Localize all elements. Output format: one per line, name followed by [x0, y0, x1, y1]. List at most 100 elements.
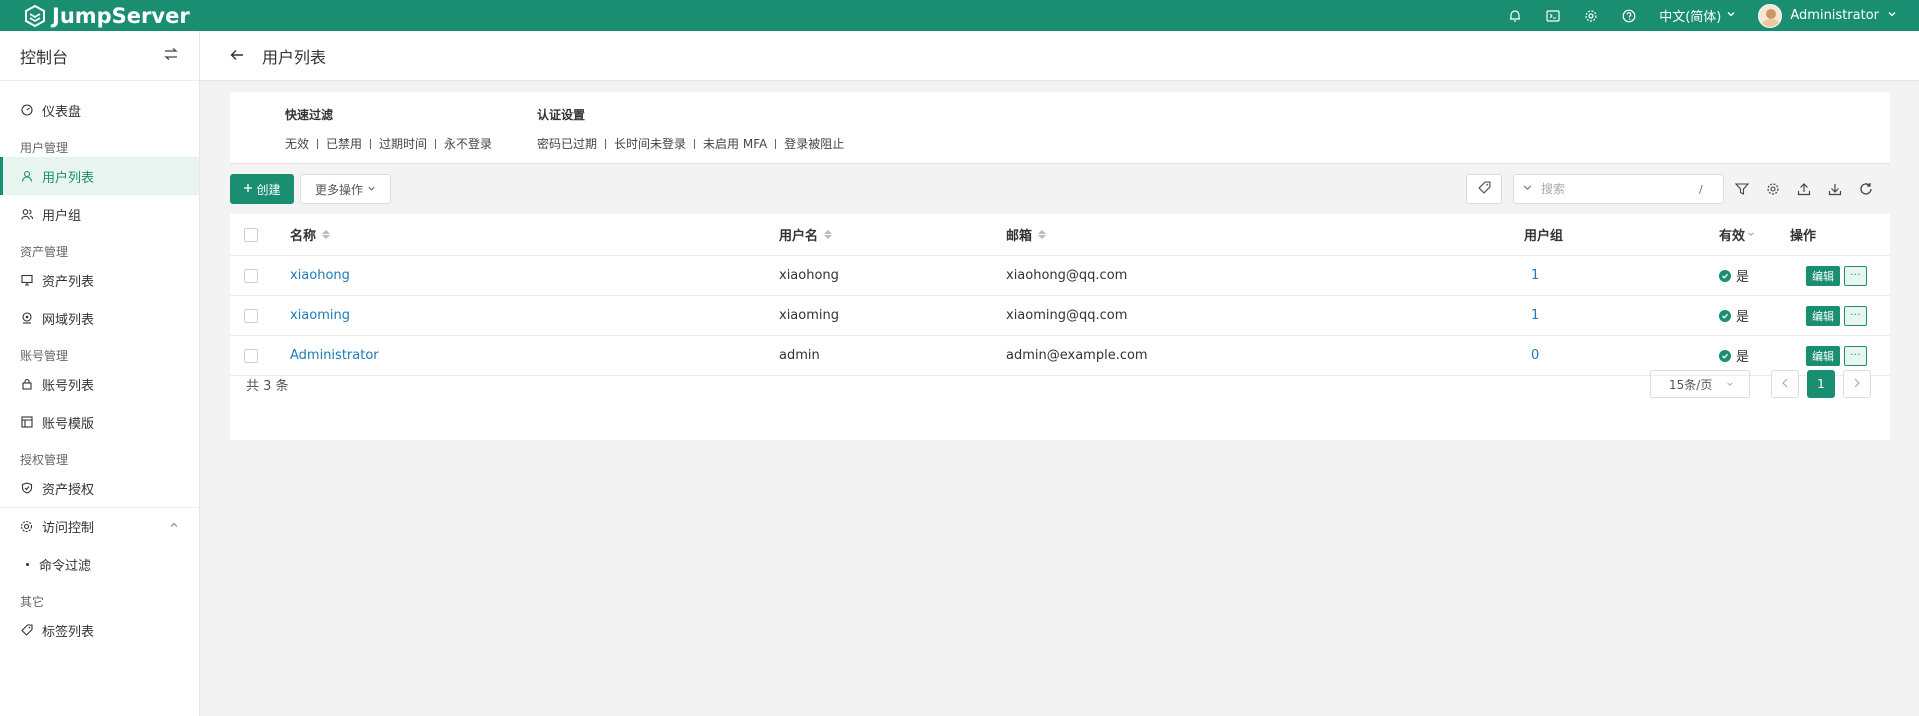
sidebar-item-label-list[interactable]: 标签列表	[0, 611, 199, 649]
chevron-down-icon[interactable]	[1522, 182, 1533, 197]
column-email[interactable]: 邮箱	[1006, 225, 1047, 244]
sidebar-group-accounts: 账号管理	[20, 348, 69, 363]
next-page-button[interactable]	[1843, 370, 1871, 398]
email-cell: xiaoming@qq.com	[1006, 308, 1128, 323]
users-icon	[20, 208, 33, 221]
column-label: 用户组	[1524, 229, 1564, 244]
user-name-link[interactable]: xiaohong	[290, 268, 350, 283]
chevron-left-icon	[1781, 377, 1789, 392]
filter-password-expired[interactable]: 密码已过期	[537, 135, 597, 152]
sidebar-item-label: 账号列表	[42, 378, 95, 394]
user-menu[interactable]: Administrator	[1758, 3, 1897, 28]
filter-invalid[interactable]: 无效	[285, 135, 309, 152]
chevron-down-icon	[1887, 8, 1897, 23]
template-icon	[20, 416, 33, 429]
upload-icon[interactable]	[1796, 181, 1812, 197]
group-count-link[interactable]: 1	[1531, 308, 1539, 323]
column-label: 邮箱	[1006, 229, 1033, 244]
sidebar-item-command-filter[interactable]: 命令过滤	[0, 545, 199, 583]
tag-filter-button[interactable]	[1466, 174, 1502, 204]
user-name-link[interactable]: xiaoming	[290, 308, 350, 323]
sidebar-item-label: 资产列表	[42, 274, 95, 290]
sidebar-item-access-control[interactable]: 访问控制	[0, 507, 199, 545]
sidebar-item-label: 资产授权	[42, 482, 95, 498]
filter-icon[interactable]	[1734, 181, 1750, 197]
sidebar-item-label: 仪表盘	[42, 104, 82, 120]
monitor-icon	[20, 274, 33, 287]
edit-button[interactable]: 编辑	[1806, 265, 1840, 286]
sidebar-item-dashboard[interactable]: 仪表盘	[0, 91, 199, 129]
gear-icon[interactable]	[1583, 8, 1599, 24]
sidebar-item-user-group[interactable]: 用户组	[0, 195, 199, 233]
filter-mfa-disabled[interactable]: 未启用 MFA	[703, 135, 767, 152]
back-arrow-icon[interactable]	[230, 46, 244, 65]
column-label: 用户名	[779, 229, 819, 244]
row-actions: 编辑 ···	[1806, 265, 1867, 286]
valid-label: 是	[1736, 270, 1750, 285]
terminal-icon[interactable]	[1545, 8, 1561, 24]
valid-cell: 是	[1719, 266, 1749, 285]
sidebar-item-label: 标签列表	[42, 624, 95, 640]
sidebar-item-asset-perm[interactable]: 资产授权	[0, 469, 199, 507]
sort-icon[interactable]	[824, 230, 833, 239]
group-count-link[interactable]: 1	[1531, 268, 1539, 283]
download-icon[interactable]	[1827, 181, 1843, 197]
filter-long-no-login[interactable]: 长时间未登录	[614, 135, 686, 152]
lock-icon	[20, 378, 33, 391]
current-page[interactable]: 1	[1807, 370, 1835, 398]
bell-icon[interactable]	[1507, 8, 1523, 24]
row-checkbox[interactable]	[244, 308, 258, 323]
top-navbar: JumpServer 中文(简体) Administrator	[0, 0, 1919, 31]
divider	[694, 138, 696, 149]
brand-logo[interactable]: JumpServer	[0, 0, 190, 31]
help-icon[interactable]	[1621, 8, 1637, 24]
tag-icon	[1477, 180, 1491, 198]
user-icon	[20, 170, 33, 183]
column-valid[interactable]: 有效	[1719, 225, 1755, 244]
tag-icon	[20, 624, 33, 637]
edit-button[interactable]: 编辑	[1806, 305, 1840, 326]
more-button[interactable]: ···	[1844, 305, 1867, 326]
gauge-icon	[20, 104, 33, 117]
sidebar-item-zone-list[interactable]: 网域列表	[0, 299, 199, 337]
auth-filter-group: 认证设置 密码已过期 长时间未登录 未启用 MFA 登录被阻止	[537, 106, 844, 152]
page-size-select[interactable]: 15条/页	[1650, 370, 1750, 398]
sidebar-item-user-list[interactable]: 用户列表	[0, 157, 199, 195]
switch-view-icon[interactable]	[163, 46, 179, 65]
column-actions: 操作	[1790, 225, 1816, 244]
create-button-label: 创建	[256, 182, 281, 197]
filter-never-login[interactable]: 永不登录	[444, 135, 492, 152]
prev-page-button[interactable]	[1771, 370, 1799, 398]
row-checkbox[interactable]	[244, 268, 258, 283]
sort-icon[interactable]	[1038, 230, 1047, 239]
filter-login-blocked[interactable]: 登录被阻止	[784, 135, 844, 152]
total-count: 共 3 条	[246, 378, 289, 394]
sort-icon[interactable]	[322, 230, 331, 239]
select-all-checkbox[interactable]	[244, 227, 258, 242]
sidebar-item-account-template[interactable]: 账号模版	[0, 403, 199, 441]
language-selector[interactable]: 中文(简体)	[1659, 6, 1736, 25]
sidebar-title: 控制台	[20, 47, 69, 67]
page-header: 用户列表	[200, 31, 1919, 81]
sidebar-item-account-list[interactable]: 账号列表	[0, 365, 199, 403]
plus-icon	[243, 182, 253, 196]
column-username[interactable]: 用户名	[779, 225, 833, 244]
check-circle-icon	[1719, 309, 1731, 322]
gear-icon[interactable]	[1765, 181, 1781, 197]
create-button[interactable]: 创建	[230, 174, 294, 204]
sidebar-item-asset-list[interactable]: 资产列表	[0, 261, 199, 299]
column-name[interactable]: 名称	[290, 225, 331, 244]
filter-expired[interactable]: 过期时间	[379, 135, 427, 152]
search-input[interactable]	[1541, 182, 1691, 196]
valid-cell: 是	[1719, 306, 1749, 325]
page-title: 用户列表	[262, 47, 327, 67]
chevron-down-icon	[1726, 8, 1736, 23]
quick-filter-title: 快速过滤	[285, 108, 334, 122]
search-box[interactable]: /	[1513, 174, 1724, 204]
more-button[interactable]: ···	[1844, 265, 1867, 286]
sidebar-group-perms: 授权管理	[20, 452, 69, 467]
sidebar-item-label: 访问控制	[42, 521, 95, 536]
refresh-icon[interactable]	[1858, 181, 1874, 197]
more-actions-button[interactable]: 更多操作	[300, 174, 391, 204]
filter-disabled[interactable]: 已禁用	[326, 135, 362, 152]
